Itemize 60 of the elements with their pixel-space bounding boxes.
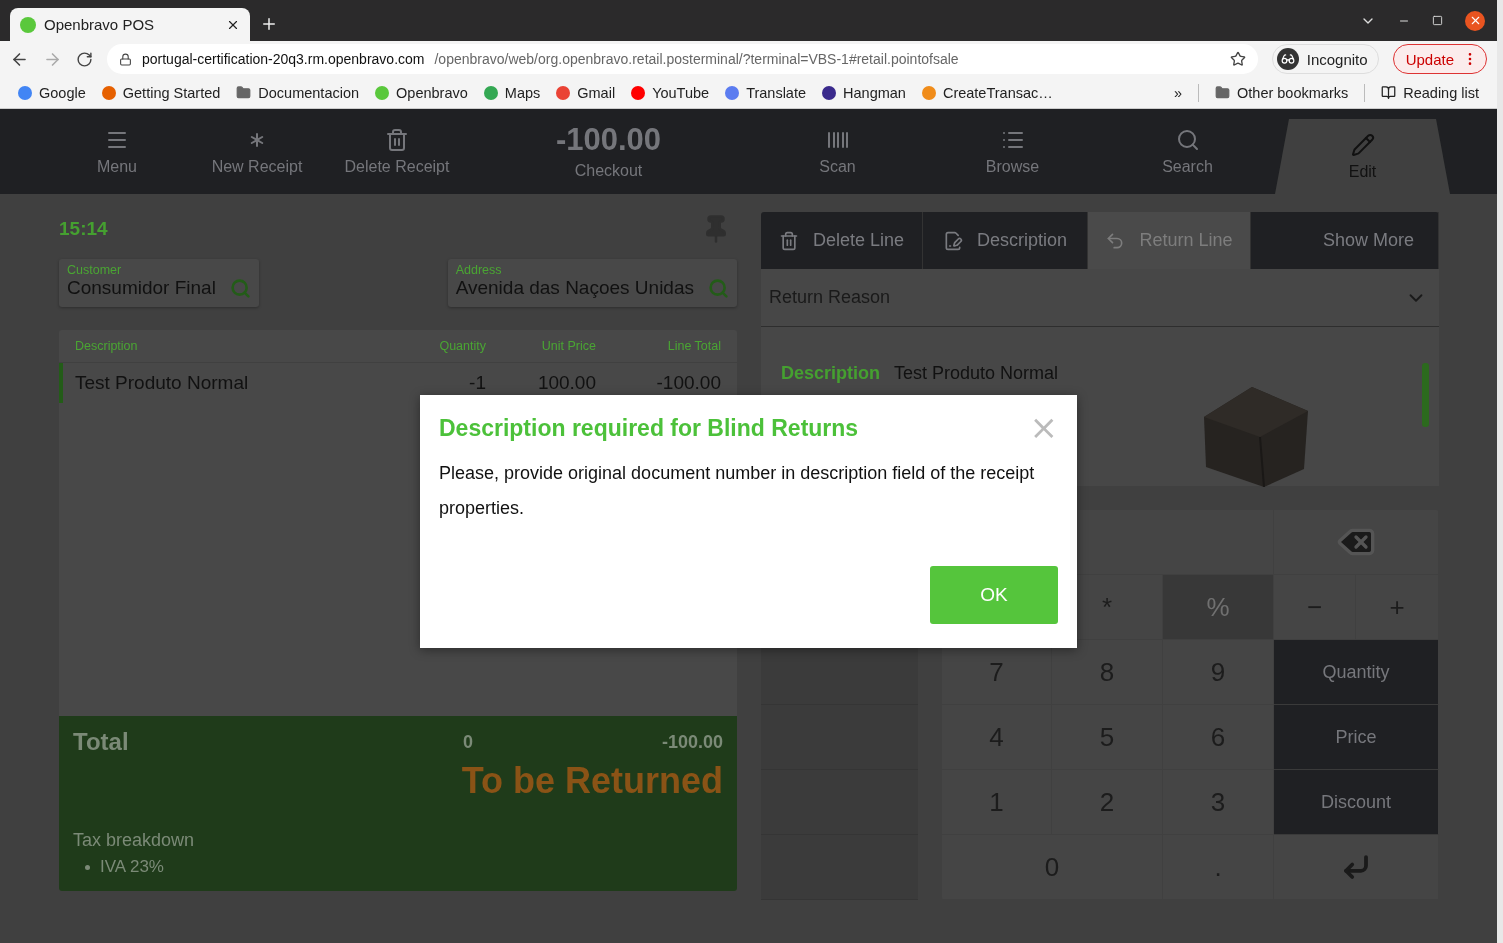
toolbar-button[interactable]: New Receipt bbox=[187, 109, 327, 194]
toolbar-button[interactable]: Search bbox=[1100, 109, 1275, 194]
clock-time: 15:14 bbox=[59, 218, 108, 240]
trash-icon bbox=[778, 230, 799, 251]
column-header: Quantity bbox=[438, 339, 486, 353]
address-field[interactable]: portugal-certification-20q3.rm.openbravo.com /openbravo/web/org.openbravo.retail.posterminal/?terminal=VBS-1#retail.pointofsale bbox=[107, 44, 1258, 74]
tax-item: IVA 23% bbox=[85, 857, 723, 877]
folder-icon bbox=[1215, 85, 1230, 100]
return-status: To be Returned bbox=[461, 760, 723, 802]
maximize-icon[interactable] bbox=[1432, 15, 1443, 26]
bookmark-link[interactable]: Translate bbox=[725, 84, 807, 101]
incognito-button[interactable]: Incognito bbox=[1271, 44, 1379, 74]
column-header: Line Total bbox=[666, 339, 721, 353]
bookmark-link[interactable]: Documentacion bbox=[236, 84, 360, 101]
bookmark-link[interactable]: CreateTransac… bbox=[921, 84, 1053, 101]
bookmark-link[interactable]: Gmail bbox=[556, 84, 616, 101]
lock-icon bbox=[119, 52, 132, 66]
bookmark-link[interactable]: Google bbox=[18, 84, 86, 101]
bookmark-link[interactable]: Hangman bbox=[822, 84, 906, 101]
detail-label: Description bbox=[781, 363, 881, 384]
bookmark-link[interactable]: Maps bbox=[483, 84, 541, 101]
bookmark-link[interactable]: Getting Started bbox=[101, 84, 221, 101]
toolbar-button[interactable]: Menu bbox=[47, 109, 187, 194]
pencil-icon bbox=[1350, 132, 1375, 157]
reading-list-link[interactable]: Reading list bbox=[1381, 84, 1479, 101]
other-bookmarks-link[interactable]: Other bookmarks bbox=[1215, 84, 1349, 101]
incognito-icon bbox=[1276, 48, 1299, 70]
site-favicon-icon bbox=[20, 16, 36, 33]
toolbar-button[interactable]: Scan bbox=[750, 109, 925, 194]
more-bookmarks-button[interactable]: » bbox=[1173, 84, 1182, 101]
column-header: Description bbox=[75, 339, 139, 353]
close-window-button[interactable] bbox=[1465, 10, 1485, 31]
keypad-key[interactable]: Discount bbox=[1274, 770, 1439, 835]
dialog-title: Description required for Blind Returns bbox=[439, 415, 859, 442]
bookmark-link[interactable]: Openbravo bbox=[375, 84, 468, 101]
update-button[interactable]: Update bbox=[1392, 44, 1487, 74]
book-icon bbox=[1381, 85, 1397, 100]
keypad-key[interactable]: % bbox=[1163, 575, 1274, 640]
keypad-key[interactable]: Price bbox=[1274, 705, 1439, 770]
new-tab-icon[interactable] bbox=[260, 15, 278, 33]
toolbar-button[interactable]: Browse bbox=[925, 109, 1100, 194]
trash-icon bbox=[385, 127, 409, 152]
scrollbar[interactable] bbox=[1422, 363, 1429, 427]
toolbar-button[interactable]: -100.00 Checkout bbox=[467, 109, 750, 194]
bookmark-link[interactable]: YouTube bbox=[631, 84, 710, 101]
keypad-key[interactable]: Quantity bbox=[1274, 640, 1439, 705]
column-header: Unit Price bbox=[540, 339, 596, 353]
ok-button[interactable]: OK bbox=[930, 566, 1058, 624]
folder-icon bbox=[236, 85, 252, 100]
reload-icon[interactable] bbox=[76, 50, 93, 68]
total-panel: Total 0 -100.00 To be Returned Tax breakdown IVA 23% bbox=[59, 716, 737, 891]
browser-tab[interactable]: Openbravo POS bbox=[10, 8, 250, 41]
bookmark-star-icon[interactable] bbox=[1229, 51, 1246, 67]
field-card[interactable]: Address Avenida das Naçoes Unidas bbox=[447, 259, 737, 307]
toolbar-button[interactable]: Delete Receipt bbox=[327, 109, 467, 194]
search-icon bbox=[1175, 127, 1200, 152]
tax-title: Tax breakdown bbox=[73, 830, 196, 851]
close-button[interactable]: × bbox=[1029, 415, 1058, 439]
dialog-message: Please, provide original document number in description field of the receipt properties. bbox=[439, 462, 1036, 520]
field-card[interactable]: Customer Consumidor Final bbox=[59, 259, 259, 307]
